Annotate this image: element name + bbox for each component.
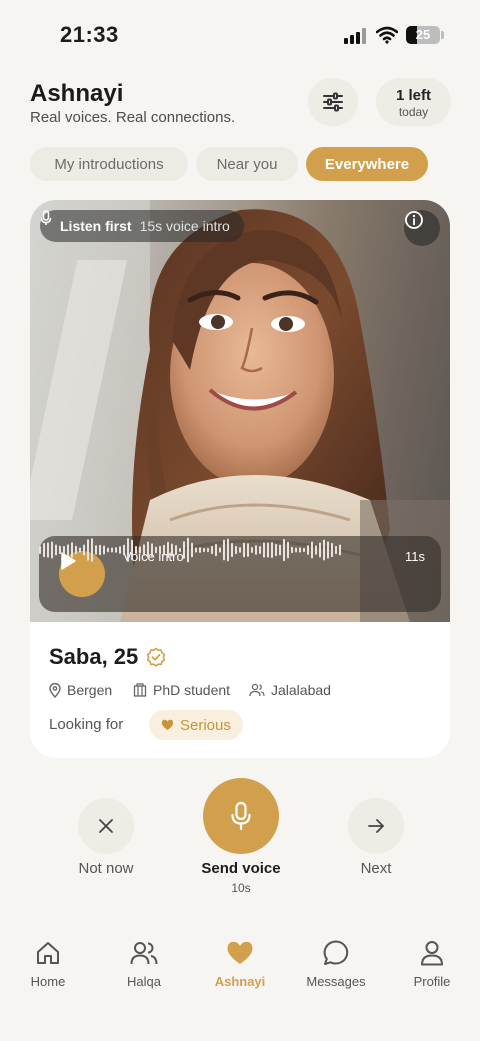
tab-my-introductions[interactable]: My introductions [30,147,188,181]
looking-for-badge: Serious [149,710,243,740]
arrow-right-icon [368,819,384,833]
origin-meta: Jalalabad [249,682,331,698]
profile-occupation: PhD student [153,682,231,698]
info-button[interactable] [404,210,440,246]
nav-messages[interactable]: Messages [288,938,384,989]
building-icon [133,683,147,697]
listen-first-chip: Listen first 15s voice intro [40,210,244,242]
filter-button[interactable] [308,78,358,126]
tab-near-you[interactable]: Near you [196,147,298,181]
looking-for-value: Serious [180,716,231,734]
battery-tip [441,31,444,39]
microphone-icon [40,210,52,225]
people-icon [130,942,158,965]
close-icon [99,819,113,833]
remaining-count: 1 left [395,87,431,104]
profile-name-age: Saba, 25 [49,644,139,669]
profile-photo[interactable]: Listen first 15s voice intro Voice intro… [30,200,450,622]
location-pin-icon [49,682,61,698]
listen-first-label: Listen first [60,218,132,234]
sliders-icon [323,92,343,112]
send-voice-label: Send voice [201,860,281,877]
cellular-signal-icon [344,28,368,44]
nav-halqa[interactable]: Halqa [96,938,192,989]
send-voice-button[interactable] [203,778,279,854]
profile-origin: Jalalabad [271,682,331,698]
chat-bubble-icon [323,940,349,965]
battery-icon: 25 [406,26,440,44]
send-voice-duration: 10s [231,881,251,895]
nav-home-label: Home [30,974,66,989]
voice-intro-duration: 11s [405,549,425,564]
nav-home[interactable]: Home [0,938,96,989]
waveform[interactable] [39,536,343,564]
not-now-button[interactable] [78,798,134,854]
tab-everywhere[interactable]: Everywhere [306,147,428,181]
people-icon [249,683,265,697]
nav-ashnayi-label: Ashnayi [214,974,266,989]
voice-intro-player: Voice intro 11s [39,536,441,612]
app-title: Ashnayi [30,80,124,107]
profile-name-row: Saba, 25 [49,644,166,670]
nav-messages-label: Messages [306,974,366,989]
person-icon [421,941,443,966]
info-icon [405,211,423,229]
nav-profile-label: Profile [413,974,451,989]
nav-profile[interactable]: Profile [384,938,480,989]
verified-badge-icon [147,647,166,667]
wifi-icon [376,26,398,44]
profile-card: Listen first 15s voice intro Voice intro… [30,200,450,758]
profile-location: Bergen [67,682,113,698]
nav-ashnayi[interactable]: Ashnayi [192,938,288,989]
looking-for-label: Looking for [49,716,124,733]
nav-halqa-label: Halqa [127,974,161,989]
status-bar: 21:33 25 [0,0,480,70]
battery-level: 25 [415,27,431,42]
microphone-icon [231,801,251,831]
daily-remaining-badge: 1 left today [376,78,451,126]
occupation-meta: PhD student [133,682,230,698]
voice-intro-length: 15s voice intro [139,218,230,234]
next-label: Next [360,860,392,877]
remaining-period: today [398,105,429,119]
not-now-label: Not now [78,860,134,877]
home-icon [37,942,59,964]
heart-icon [161,719,174,730]
location-meta: Bergen [49,682,112,698]
app-tagline: Real voices. Real connections. [30,109,236,126]
status-time: 21:33 [60,22,119,47]
heart-icon [227,941,253,964]
next-button[interactable] [348,798,404,854]
